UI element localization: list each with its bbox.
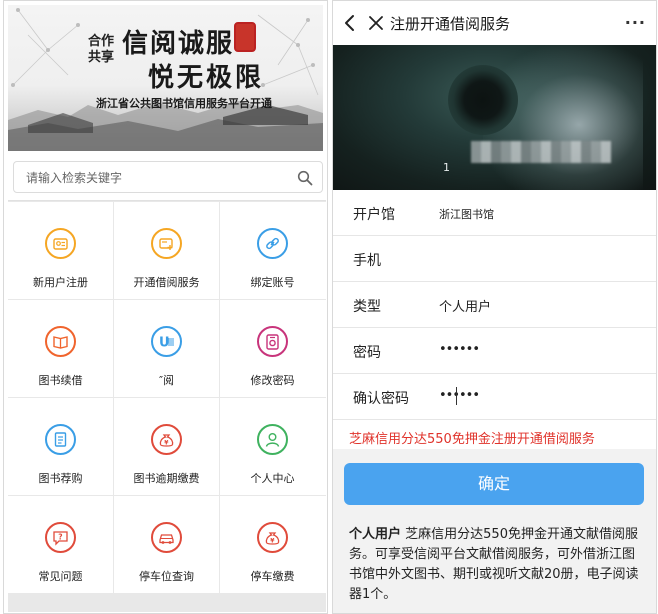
back-arrow-icon[interactable] — [341, 13, 359, 33]
register-screen: 注册开通借阅服务 ··· 1 开户馆 浙江图书馆 手机 类型 个人用户 密码 •… — [332, 0, 657, 614]
service-grid: 新用户注册 开通借阅服务 绑定账号图书续借 U ″阅 修改密码图书荐购 ¥ 图书逾期缴费 个人中… — [8, 200, 326, 612]
money-bag-icon: ¥ — [151, 424, 182, 455]
service-tile[interactable]: 新用户注册 — [8, 202, 113, 299]
password-label: 密码 — [353, 345, 381, 361]
more-menu-icon[interactable]: ··· — [625, 13, 646, 32]
bottom-panel: 确定 个人用户 芝麻信用分达550免押金开通文献借阅服务。可享受信阅平台文献借阅… — [333, 449, 656, 613]
library-row[interactable]: 开户馆 浙江图书馆 — [333, 190, 656, 236]
type-label: 类型 — [353, 299, 381, 315]
confirm-password-label: 确认密码 — [353, 391, 409, 407]
cover-text: 1 — [443, 161, 450, 174]
service-tile[interactable]: 图书续借 — [8, 300, 113, 397]
card-plus-icon — [151, 228, 182, 259]
service-tile-label: 停车位查询 — [139, 570, 194, 583]
search-bar[interactable] — [13, 161, 323, 193]
money-bag-icon: ¥ — [257, 522, 288, 553]
cover-blurred-text — [471, 141, 611, 163]
lock-icon — [257, 326, 288, 357]
banner-subtitle: 浙江省公共图书馆信用服务平台开通 — [96, 97, 272, 110]
svg-text:?: ? — [58, 533, 62, 542]
service-tile[interactable]: ¥ 图书逾期缴费 — [114, 398, 219, 495]
service-tile-label: 常见问题 — [38, 570, 83, 583]
svg-text:¥: ¥ — [270, 537, 275, 544]
u-brand-icon: U — [151, 326, 182, 357]
confirm-password-row[interactable]: 确认密码 •••••• — [333, 374, 656, 420]
svg-text:U: U — [159, 336, 170, 351]
close-icon[interactable] — [367, 14, 385, 32]
car-icon — [151, 522, 182, 553]
phone-label: 手机 — [353, 253, 381, 269]
search-input[interactable] — [26, 169, 286, 187]
confirm-password-field[interactable]: •••••• — [439, 388, 639, 406]
service-tile-label: 图书逾期缴费 — [133, 472, 200, 485]
service-tile[interactable]: U ″阅 — [114, 300, 219, 397]
confirm-button[interactable]: 确定 — [344, 463, 644, 505]
service-tile-label: ″阅 — [158, 374, 175, 387]
service-tile-label: 开通借阅服务 — [133, 276, 200, 289]
service-tile-label: 修改密码 — [250, 374, 295, 387]
nav-bar: 注册开通借阅服务 ··· — [333, 1, 656, 45]
type-row[interactable]: 类型 个人用户 — [333, 282, 656, 328]
password-field[interactable]: •••••• — [439, 342, 639, 360]
service-tile[interactable]: 开通借阅服务 — [114, 202, 219, 299]
person-icon — [257, 424, 288, 455]
red-seal-icon — [234, 22, 256, 52]
link-icon — [257, 228, 288, 259]
phone-field[interactable] — [439, 250, 639, 268]
id-card-icon — [45, 228, 76, 259]
description-heading: 个人用户 — [349, 527, 402, 542]
banner-stamp-line: 合作 — [87, 34, 114, 49]
cover-image: 1 — [333, 45, 656, 190]
library-label: 开户馆 — [353, 207, 395, 223]
service-tile-label: 新用户注册 — [33, 276, 88, 289]
service-tile[interactable]: 图书荐购 — [8, 398, 113, 495]
banner-title-line1: 信阅诚服 — [122, 29, 235, 59]
service-description: 个人用户 芝麻信用分达550免押金开通文献借阅服务。可享受信阅平台文献借阅服务，… — [349, 525, 645, 605]
text-caret — [456, 387, 457, 405]
phone-row[interactable]: 手机 — [333, 236, 656, 282]
promo-text: 芝麻信用分达550免押金注册开通借阅服务 — [349, 432, 595, 447]
cover-avatar-blurred — [448, 65, 518, 135]
banner-title-line2: 悦无极限 — [148, 63, 265, 93]
service-tile-label: 个人中心 — [250, 472, 295, 485]
home-screen: 合作 共享 信阅诚服 悦无极限 浙江省公共图书馆信用服务平台开通 新用户注册 开通… — [3, 0, 328, 614]
question-icon: ? — [45, 522, 76, 553]
service-tile[interactable]: 个人中心 — [220, 398, 326, 495]
banner-stamp: 合作 共享 — [86, 25, 116, 75]
service-tile[interactable]: ¥ 停车缴费 — [220, 496, 326, 593]
banner-stamp-line: 共享 — [87, 50, 114, 65]
service-tile[interactable]: 停车位查询 — [114, 496, 219, 593]
service-tile-label: 停车缴费 — [250, 570, 295, 583]
library-value[interactable]: 浙江图书馆 — [439, 206, 639, 224]
service-tile[interactable]: ? 常见问题 — [8, 496, 113, 593]
promo-banner[interactable]: 合作 共享 信阅诚服 悦无极限 浙江省公共图书馆信用服务平台开通 — [8, 5, 323, 151]
svg-text:¥: ¥ — [164, 439, 169, 446]
document-icon — [45, 424, 76, 455]
page-title: 注册开通借阅服务 — [390, 15, 511, 33]
search-icon[interactable] — [297, 170, 313, 186]
password-row[interactable]: 密码 •••••• — [333, 328, 656, 374]
service-tile-label: 图书荐购 — [38, 472, 83, 485]
service-tile-label: 绑定账号 — [250, 276, 295, 289]
service-tile[interactable]: 绑定账号 — [220, 202, 326, 299]
service-tile[interactable]: 修改密码 — [220, 300, 326, 397]
book-icon — [45, 326, 76, 357]
type-value[interactable]: 个人用户 — [439, 296, 639, 315]
service-tile-label: 图书续借 — [38, 374, 83, 387]
